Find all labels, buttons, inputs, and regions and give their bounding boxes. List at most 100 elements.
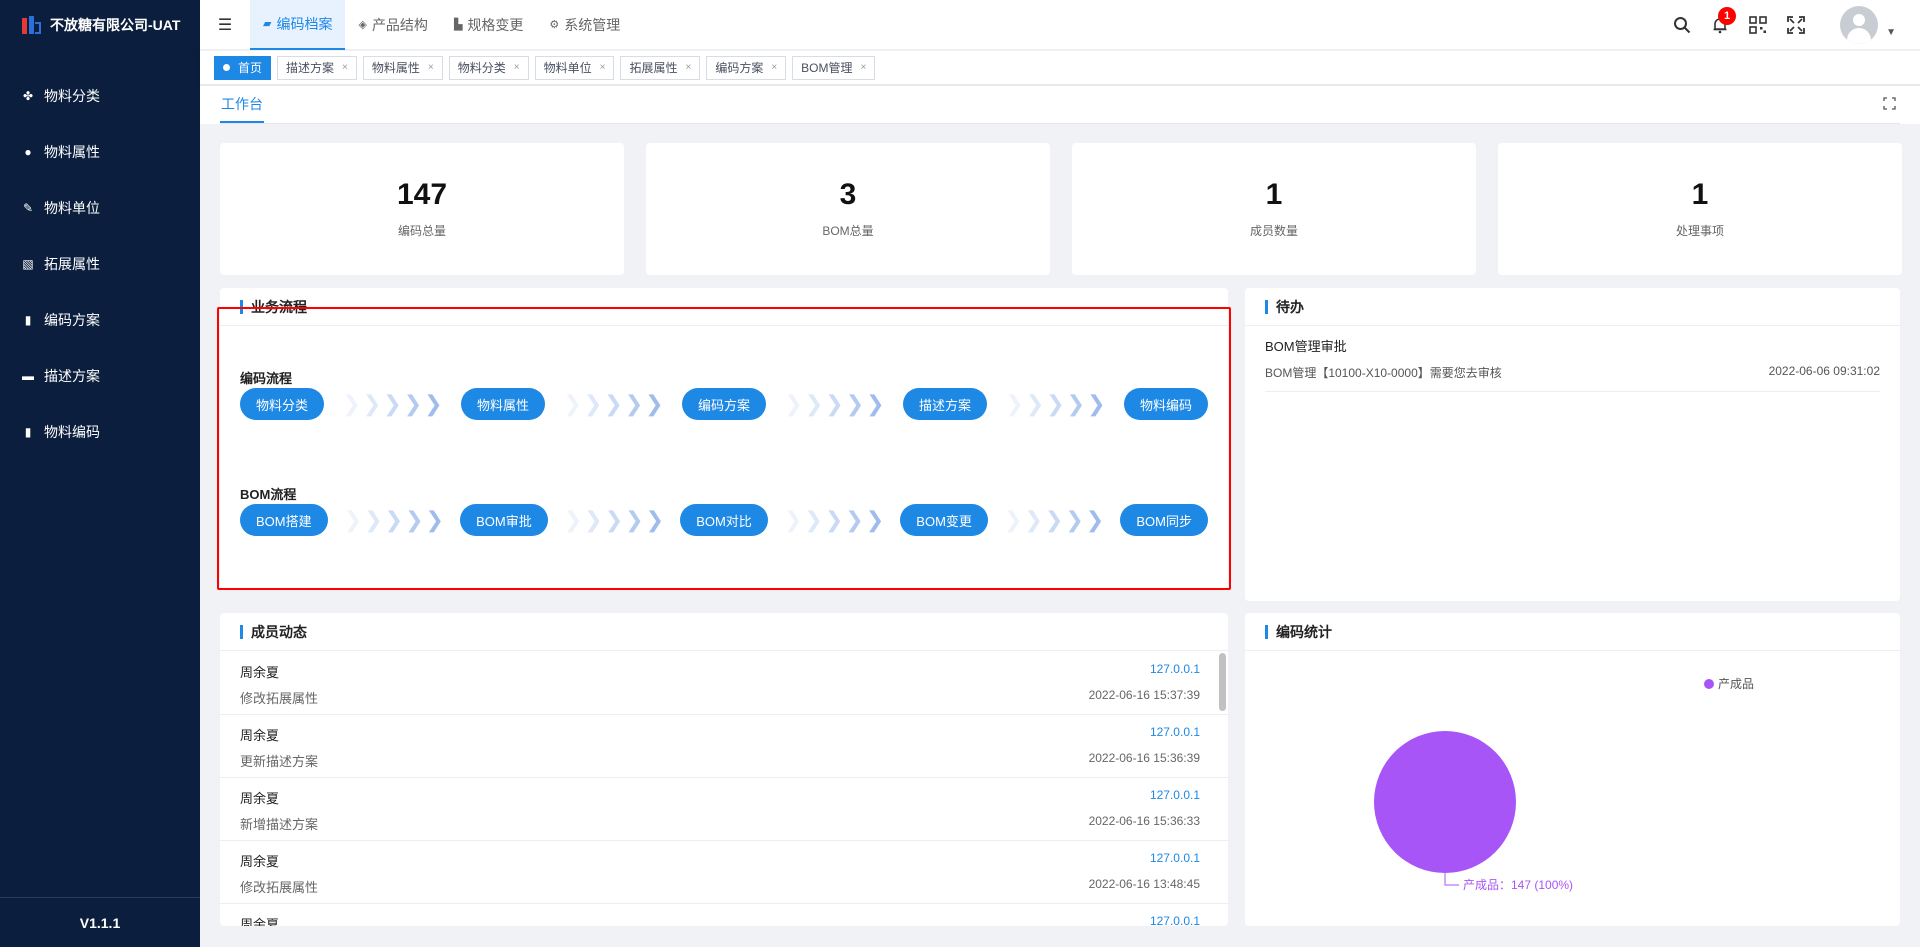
chevrons-right-icon: ❯ ❯ ❯ ❯ ❯ xyxy=(1005,391,1106,416)
panel-title: 待办 xyxy=(1245,288,1900,326)
notification-button[interactable]: 1 xyxy=(1710,7,1737,35)
sidebar-item-description-scheme[interactable]: ▬ 描述方案 xyxy=(0,348,200,404)
qrcode-icon xyxy=(1749,16,1767,34)
member-time: 2022-06-16 15:36:39 xyxy=(1088,751,1200,765)
member-ip: 127.0.0.1 xyxy=(1149,914,1200,926)
sidebar-item-material-attribute[interactable]: ● 物料属性 xyxy=(0,124,200,180)
member-list[interactable]: 周余夏 修改拓展属性 127.0.0.1 2022-06-16 15:37:39… xyxy=(220,652,1228,926)
caret-down-icon[interactable]: ▼ xyxy=(1886,27,1896,38)
list-item: 周余夏 更新描述方案 127.0.0.1 2022-06-16 15:36:39 xyxy=(220,715,1228,778)
sidebar-item-material-category[interactable]: ✤ 物料分类 xyxy=(0,68,200,124)
nav-coding-archive[interactable]: ▰ 编码档案 xyxy=(250,0,346,50)
sidebar: 不放糖有限公司-UAT ✤ 物料分类 ● 物料属性 ✎ 物料单位 ▧ 拓展属性 … xyxy=(0,0,200,947)
sidebar-item-label: 物料分类 xyxy=(44,88,100,104)
chevrons-right-icon: ❯ ❯ ❯ ❯ ❯ xyxy=(563,507,665,532)
tag-home[interactable]: 首页 xyxy=(214,55,272,80)
panel-title: 成员动态 xyxy=(220,613,1228,651)
gear-icon: ⚙ xyxy=(549,19,560,31)
nav-system-management[interactable]: ⚙ 系统管理 xyxy=(536,0,633,50)
flow-step-description-scheme[interactable]: 描述方案 xyxy=(902,388,987,420)
layers-icon: ◈ xyxy=(358,19,367,31)
list-item: 周余夏 127.0.0.1 xyxy=(220,904,1228,926)
monitor-icon: ▬ xyxy=(22,369,34,383)
stat-label: 处理事项 xyxy=(1675,224,1724,238)
bom-flow-label: BOM流程 xyxy=(240,487,297,502)
ruler-icon: ✎ xyxy=(22,201,34,215)
sidebar-item-label: 物料单位 xyxy=(44,200,100,216)
coding-flow-label: 编码流程 xyxy=(240,371,293,386)
flow-step-bom-change[interactable]: BOM变更 xyxy=(900,504,988,536)
member-time: 2022-06-16 15:36:33 xyxy=(1088,814,1200,828)
fullscreen-button[interactable] xyxy=(1786,15,1806,35)
close-icon[interactable]: × xyxy=(514,62,520,73)
tag-material-unit[interactable]: 物料单位 × xyxy=(534,55,615,80)
scrollbar-thumb[interactable] xyxy=(1219,653,1226,711)
tag-description-scheme[interactable]: 描述方案 × xyxy=(277,55,357,80)
tag-extend-attribute[interactable]: 拓展属性 × xyxy=(620,55,701,80)
todo-text: BOM管理【10100-X10-0000】需要您去审核 xyxy=(1265,366,1502,380)
tag-label: BOM管理 xyxy=(801,61,853,75)
flow-step-coding-scheme[interactable]: 编码方案 xyxy=(681,388,766,420)
flow-step-material-category[interactable]: 物料分类 xyxy=(240,388,325,420)
flow-step-bom-sync[interactable]: BOM同步 xyxy=(1120,504,1208,536)
qrcode-button[interactable] xyxy=(1748,15,1768,35)
search-button[interactable] xyxy=(1672,15,1692,35)
pie-slice[interactable] xyxy=(1374,731,1516,873)
app-title: 不放糖有限公司-UAT xyxy=(50,17,181,33)
stat-value: 147 xyxy=(396,178,448,211)
nav-spec-change[interactable]: ▙ 规格变更 xyxy=(441,0,536,50)
document-icon: ▮ xyxy=(24,425,32,439)
nav-label: 规格变更 xyxy=(467,16,524,33)
stat-label: 成员数量 xyxy=(1249,224,1298,238)
brand[interactable]: 不放糖有限公司-UAT xyxy=(0,0,200,50)
close-icon[interactable]: × xyxy=(600,62,606,73)
close-icon[interactable]: × xyxy=(685,62,691,73)
nav-label: 系统管理 xyxy=(564,16,621,33)
member-action: 更新描述方案 xyxy=(240,754,319,769)
sidebar-item-material-code[interactable]: ▮ 物料编码 xyxy=(0,404,200,460)
pie-slice-label: 产成品：147 (100%) xyxy=(1463,878,1573,892)
sidebar-item-coding-scheme[interactable]: ▮ 编码方案 xyxy=(0,292,200,348)
close-icon[interactable]: × xyxy=(771,62,777,73)
list-item: 周余夏 修改拓展属性 127.0.0.1 2022-06-16 13:48:45 xyxy=(220,841,1228,904)
member-action: 新增描述方案 xyxy=(240,817,319,832)
todo-time: 2022-06-06 09:31:02 xyxy=(1768,364,1880,378)
todo-line: BOM管理【10100-X10-0000】需要您去审核 2022-06-06 0… xyxy=(1265,364,1880,392)
flow-step-bom-build[interactable]: BOM搭建 xyxy=(240,504,328,536)
close-icon[interactable]: × xyxy=(428,62,434,73)
coding-stats-panel: 编码统计 产成品 产成品：147 (100%) xyxy=(1245,613,1900,926)
tag-bom-management[interactable]: BOM管理 × xyxy=(792,55,876,80)
todo-item[interactable]: BOM管理审批 BOM管理【10100-X10-0000】需要您去审核 2022… xyxy=(1245,326,1900,392)
member-name: 周余夏 xyxy=(240,728,280,743)
info-icon: ● xyxy=(24,145,32,159)
close-icon[interactable]: × xyxy=(342,62,348,73)
collapse-menu-button[interactable]: ☰ xyxy=(200,0,250,50)
tag-coding-scheme[interactable]: 编码方案 × xyxy=(706,55,787,80)
member-activity-panel: 成员动态 周余夏 修改拓展属性 127.0.0.1 2022-06-16 15:… xyxy=(220,613,1228,926)
tag-label: 拓展属性 xyxy=(629,61,678,75)
change-icon: ▙ xyxy=(453,19,463,31)
user-avatar[interactable] xyxy=(1840,6,1879,44)
flow-step-material-code[interactable]: 物料编码 xyxy=(1123,388,1208,420)
flow-step-bom-approval[interactable]: BOM审批 xyxy=(460,504,548,536)
menu-fold-icon: ☰ xyxy=(217,16,233,34)
nav-product-structure[interactable]: ◈ 产品结构 xyxy=(345,0,440,50)
stat-card-pending-items: 1 处理事项 xyxy=(1498,143,1902,275)
tag-material-attribute[interactable]: 物料属性 × xyxy=(362,55,443,80)
close-icon[interactable]: × xyxy=(861,62,867,73)
tag-label: 物料单位 xyxy=(543,61,592,75)
member-action: 修改拓展属性 xyxy=(240,880,319,895)
tab-workbench[interactable]: 工作台 xyxy=(220,86,264,123)
expand-icon[interactable] xyxy=(1883,97,1896,113)
member-action: 修改拓展属性 xyxy=(240,691,319,706)
sidebar-item-material-unit[interactable]: ✎ 物料单位 xyxy=(0,180,200,236)
extend-icon: ▧ xyxy=(22,257,34,271)
bom-flow-row: BOM搭建 ❯ ❯ ❯ ❯ ❯ BOM审批 ❯ ❯ ❯ ❯ ❯ BOM对比 ❯ ❯ ❯ ❯ ❯ BOM变… xyxy=(240,504,1208,536)
dot-icon xyxy=(223,64,230,71)
sidebar-item-extend-attribute[interactable]: ▧ 拓展属性 xyxy=(0,236,200,292)
sidebar-item-label: 编码方案 xyxy=(44,312,100,328)
flow-step-bom-compare[interactable]: BOM对比 xyxy=(680,504,768,536)
flow-step-material-attribute[interactable]: 物料属性 xyxy=(460,388,545,420)
stat-card-member-count: 1 成员数量 xyxy=(1072,143,1476,275)
tag-material-category[interactable]: 物料分类 × xyxy=(448,55,529,80)
